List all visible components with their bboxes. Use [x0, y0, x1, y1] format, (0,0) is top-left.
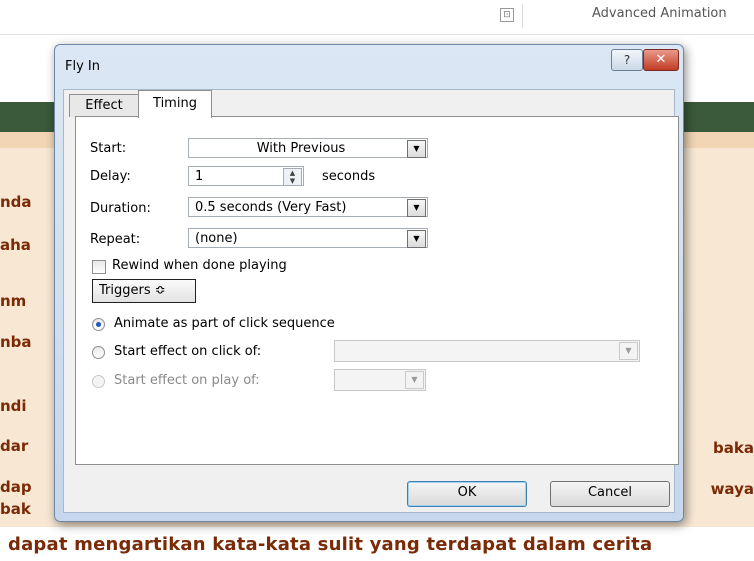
spinner-icon[interactable]: ▲ ▼ [283, 168, 302, 186]
delay-input[interactable]: 1 ▲ ▼ [188, 166, 304, 186]
click-of-select[interactable]: ▼ [334, 340, 640, 362]
triggers-button[interactable]: Triggers ≎ [92, 279, 196, 303]
slide-text-fragment: nba [0, 333, 32, 351]
chevron-up-icon: ≎ [154, 283, 166, 298]
start-select[interactable]: With Previous ▼ [188, 138, 428, 158]
tab-timing[interactable]: Timing [138, 90, 212, 118]
dropdown-arrow-icon[interactable]: ▼ [407, 199, 426, 217]
dropdown-arrow-icon[interactable]: ▼ [407, 230, 426, 248]
repeat-select[interactable]: (none) ▼ [188, 228, 428, 248]
start-value: With Previous [256, 141, 346, 156]
delay-value: 1 [195, 169, 204, 184]
dialog-launcher-icon[interactable]: ⊡ [500, 8, 514, 22]
slide-text-fragment: waya [710, 480, 754, 498]
slide-text-fragment: ndi [0, 397, 27, 415]
slide-text-fragment: nm [0, 292, 27, 310]
slide-text-fragment: baka [713, 439, 754, 457]
slide-text-fragment: dap [0, 478, 32, 496]
delay-label: Delay: [90, 169, 131, 184]
cancel-button[interactable]: Cancel [550, 481, 670, 507]
rewind-checkbox[interactable] [92, 260, 106, 274]
delay-unit: seconds [322, 169, 376, 184]
dropdown-arrow-icon: ▼ [619, 342, 638, 360]
repeat-label: Repeat: [90, 232, 141, 247]
radio-start-on-play [92, 375, 105, 388]
help-icon: ? [623, 53, 631, 67]
rewind-label[interactable]: Rewind when done playing [112, 258, 287, 273]
play-of-select: ▼ [334, 369, 426, 391]
radio-animate-click-sequence-label[interactable]: Animate as part of click sequence [114, 316, 335, 331]
duration-value: 0.5 seconds (Very Fast) [195, 200, 347, 215]
start-label: Start: [90, 141, 127, 156]
advanced-animation-group-label: Advanced Animation [592, 6, 727, 21]
slide-text-fragment: nda [0, 193, 32, 211]
close-button[interactable]: ✕ [643, 49, 679, 71]
radio-start-on-click-label[interactable]: Start effect on click of: [114, 344, 261, 359]
duration-label: Duration: [90, 201, 151, 216]
repeat-value: (none) [195, 231, 238, 246]
triggers-label: Triggers [99, 283, 151, 298]
slide-text-fragment: dar [0, 437, 29, 455]
dropdown-arrow-icon[interactable]: ▼ [407, 140, 426, 158]
duration-select[interactable]: 0.5 seconds (Very Fast) ▼ [188, 197, 428, 217]
dropdown-arrow-icon: ▼ [405, 371, 424, 389]
slide-bottom-sentence: dapat mengartikan kata-kata sulit yang t… [8, 534, 653, 555]
slide-text-fragment: bak [0, 500, 31, 518]
close-icon: ✕ [655, 52, 667, 67]
radio-animate-click-sequence[interactable] [92, 318, 105, 331]
help-button[interactable]: ? [611, 49, 643, 71]
slide-text-fragment: aha [0, 236, 31, 254]
tab-effect[interactable]: Effect [69, 94, 139, 117]
radio-start-on-play-label: Start effect on play of: [114, 373, 260, 388]
ribbon-separator [522, 4, 523, 28]
radio-start-on-click[interactable] [92, 346, 105, 359]
ok-button[interactable]: OK [407, 481, 527, 507]
dialog-title: Fly In [65, 59, 100, 74]
fly-in-dialog: Fly In ? ✕ Effect Timing Start: With Pre… [54, 44, 684, 522]
